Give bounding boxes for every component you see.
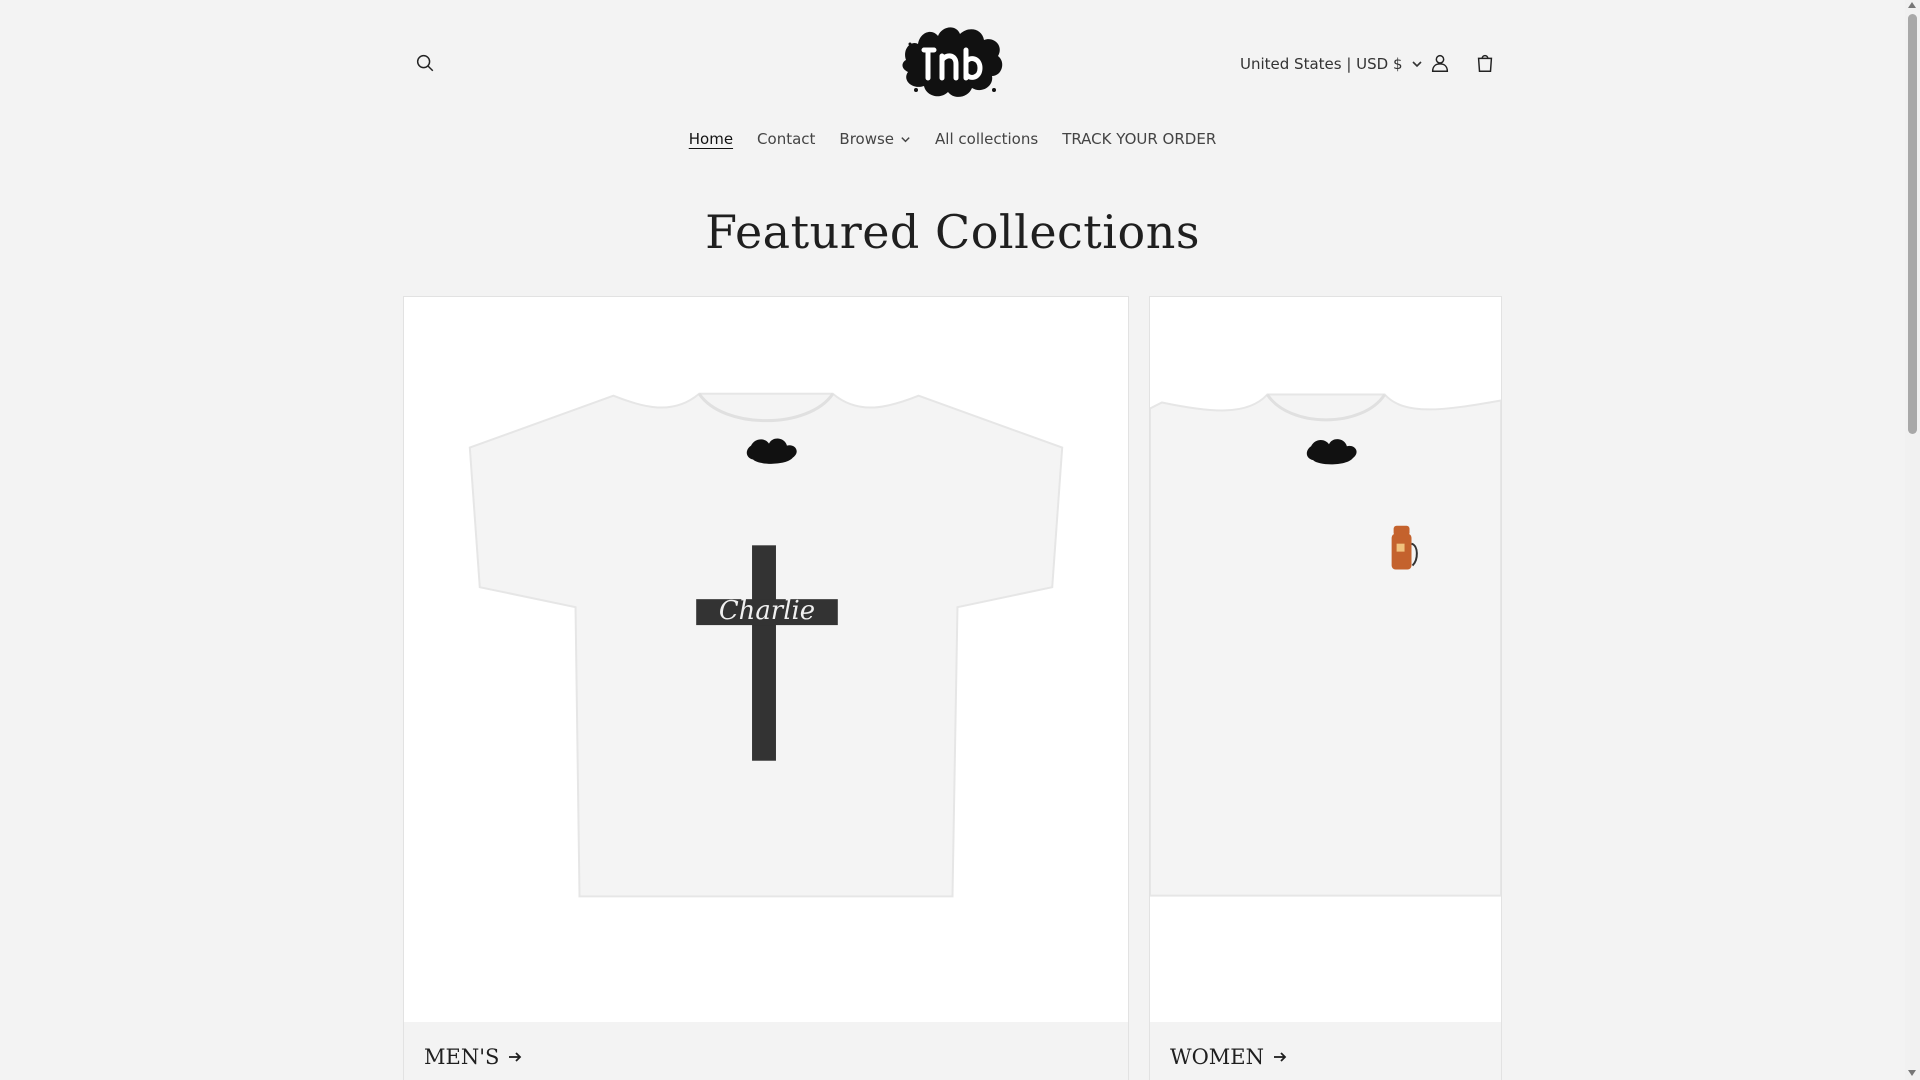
nav-item-contact[interactable]: Contact [745,124,827,154]
collection-image-women [1150,297,1501,1022]
arrow-right-icon [1274,1052,1287,1062]
featured-collections-heading: Featured Collections [705,205,1200,259]
page-scrollbar[interactable] [1905,0,1920,1080]
logo-icon [902,27,1003,97]
scroll-up-arrow[interactable] [1908,2,1916,8]
collection-label-women: WOMEN [1170,1045,1265,1069]
chevron-down-icon [901,136,910,142]
account-button[interactable] [1418,41,1462,85]
tshirt-cross-image: Charlie [468,392,1064,898]
collection-link-women[interactable]: WOMEN [1170,1045,1288,1069]
collection-link-mens[interactable]: MEN'S [424,1045,523,1069]
cart-button[interactable] [1463,41,1507,85]
collection-image-mens: Charlie [404,297,1128,1022]
cross-text: Charlie [719,596,815,626]
search-icon [416,54,434,72]
collection-card-mens[interactable]: Charlie MEN'S [403,296,1129,1080]
user-icon [1431,54,1449,72]
nav-item-browse[interactable]: Browse [827,124,923,154]
tshirt-gas-pump-image [1150,393,1501,897]
main-nav: Home Contact Browse All collections TRAC… [0,124,1905,154]
cart-icon [1477,54,1493,72]
scroll-thumb[interactable] [1908,14,1917,434]
collection-label-mens: MEN'S [424,1045,500,1069]
nav-item-all-collections[interactable]: All collections [923,124,1050,154]
collection-card-women[interactable]: WOMEN [1149,296,1502,1080]
search-button[interactable] [403,41,447,85]
scroll-down-arrow[interactable] [1908,1070,1916,1076]
currency-label: United States | USD $ [1240,55,1403,73]
brand-logo[interactable] [898,20,1008,102]
arrow-right-icon [509,1052,522,1062]
nav-item-browse-label: Browse [839,130,895,148]
nav-item-track-order[interactable]: TRACK YOUR ORDER [1050,124,1228,154]
site-header: United States | USD $ Home Contact Brows… [0,0,1905,170]
country-currency-selector[interactable]: United States | USD $ [1240,50,1423,78]
nav-item-home[interactable]: Home [677,124,745,154]
